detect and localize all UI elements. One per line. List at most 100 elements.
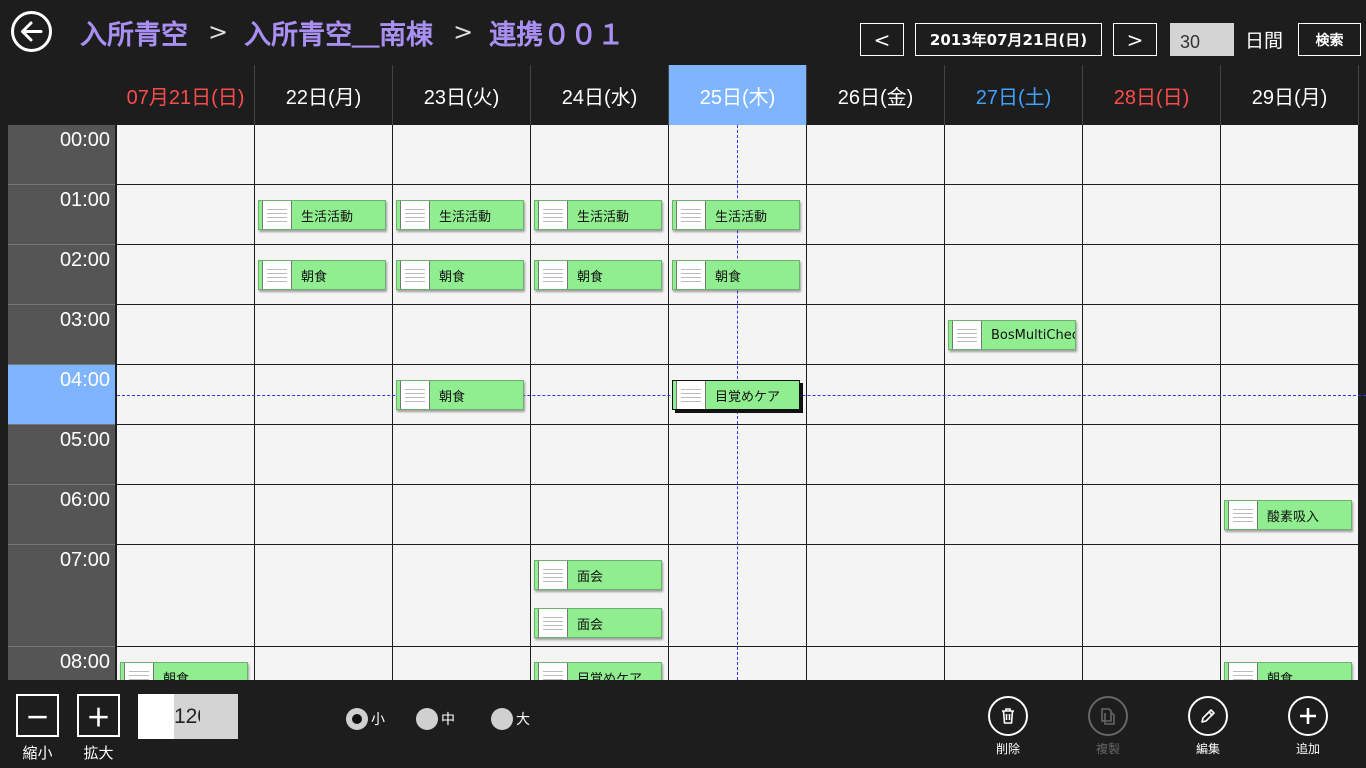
schedule-cell[interactable]: [1083, 245, 1221, 305]
schedule-cell[interactable]: [531, 425, 669, 485]
day-column-header[interactable]: 26日(金): [807, 65, 945, 125]
schedule-cell[interactable]: [1083, 647, 1221, 680]
schedule-cell[interactable]: [255, 647, 393, 680]
schedule-cell[interactable]: [807, 245, 945, 305]
schedule-cell[interactable]: [393, 545, 531, 647]
schedule-cell[interactable]: [669, 647, 807, 680]
schedule-cell[interactable]: [807, 185, 945, 245]
schedule-cell[interactable]: [117, 485, 255, 545]
add-button[interactable]: [1288, 696, 1328, 736]
schedule-cell[interactable]: [945, 245, 1083, 305]
schedule-cell[interactable]: [117, 305, 255, 365]
schedule-cell[interactable]: [393, 125, 531, 185]
schedule-event[interactable]: 面会: [534, 608, 662, 638]
schedule-cell[interactable]: [1083, 425, 1221, 485]
schedule-cell[interactable]: [255, 305, 393, 365]
schedule-cell[interactable]: [945, 485, 1083, 545]
schedule-cell[interactable]: [945, 125, 1083, 185]
next-period-button[interactable]: >: [1113, 23, 1157, 56]
schedule-cell[interactable]: [393, 425, 531, 485]
schedule-cell[interactable]: [807, 425, 945, 485]
schedule-cell[interactable]: [669, 125, 807, 185]
schedule-cell[interactable]: [117, 425, 255, 485]
schedule-cell[interactable]: [945, 425, 1083, 485]
schedule-event[interactable]: 朝食: [396, 380, 524, 410]
schedule-cell[interactable]: [117, 545, 255, 647]
back-button[interactable]: [11, 11, 52, 52]
schedule-event[interactable]: 朝食: [534, 260, 662, 290]
schedule-event[interactable]: 朝食: [672, 260, 800, 290]
schedule-event[interactable]: 生活活動: [534, 200, 662, 230]
schedule-cell[interactable]: [1083, 545, 1221, 647]
schedule-event[interactable]: 生活活動: [396, 200, 524, 230]
schedule-cell[interactable]: [255, 545, 393, 647]
schedule-cell[interactable]: [255, 425, 393, 485]
schedule-event[interactable]: BosMultiChec: [948, 320, 1076, 350]
schedule-cell[interactable]: [1083, 125, 1221, 185]
schedule-cell[interactable]: [945, 185, 1083, 245]
schedule-event[interactable]: 生活活動: [672, 200, 800, 230]
schedule-cell[interactable]: [945, 545, 1083, 647]
zoom-value-input[interactable]: [138, 694, 238, 739]
schedule-cell[interactable]: [1221, 185, 1359, 245]
schedule-cell[interactable]: [531, 125, 669, 185]
schedule-cell[interactable]: [393, 485, 531, 545]
schedule-cell[interactable]: [255, 485, 393, 545]
schedule-cell[interactable]: [1083, 305, 1221, 365]
day-column-header[interactable]: 24日(水): [531, 65, 669, 125]
schedule-cell[interactable]: [669, 305, 807, 365]
size-medium-radio[interactable]: 中: [416, 708, 455, 730]
schedule-event[interactable]: 目覚めケア: [534, 662, 662, 680]
schedule-event[interactable]: 朝食: [258, 260, 386, 290]
schedule-cell[interactable]: [1221, 245, 1359, 305]
schedule-cell[interactable]: [945, 647, 1083, 680]
schedule-event[interactable]: 生活活動: [258, 200, 386, 230]
schedule-cell[interactable]: [807, 485, 945, 545]
schedule-event[interactable]: 面会: [534, 560, 662, 590]
schedule-cell[interactable]: [669, 485, 807, 545]
schedule-cell[interactable]: [255, 125, 393, 185]
schedule-cell[interactable]: [1221, 545, 1359, 647]
zoom-out-button[interactable]: －: [16, 694, 59, 737]
schedule-cell[interactable]: [393, 647, 531, 680]
day-column-header[interactable]: 23日(火): [393, 65, 531, 125]
schedule-cell[interactable]: [117, 245, 255, 305]
schedule-cell[interactable]: [807, 305, 945, 365]
delete-button[interactable]: [988, 696, 1028, 736]
schedule-cell[interactable]: [807, 545, 945, 647]
edit-button[interactable]: [1188, 696, 1228, 736]
day-column-header[interactable]: 22日(月): [255, 65, 393, 125]
schedule-cell[interactable]: [1221, 125, 1359, 185]
schedule-cell[interactable]: [1083, 485, 1221, 545]
schedule-cell[interactable]: [531, 485, 669, 545]
day-column-header[interactable]: 25日(木): [669, 65, 807, 125]
schedule-event[interactable]: 朝食: [396, 260, 524, 290]
schedule-cell[interactable]: [393, 305, 531, 365]
schedule-cell[interactable]: [1083, 185, 1221, 245]
schedule-event[interactable]: 朝食: [120, 662, 248, 680]
schedule-cell[interactable]: [669, 545, 807, 647]
prev-period-button[interactable]: <: [860, 23, 904, 56]
day-column-header[interactable]: 07月21日(日): [117, 65, 255, 125]
day-column-header[interactable]: 27日(土): [945, 65, 1083, 125]
size-small-radio[interactable]: 小: [346, 708, 385, 730]
day-column-header[interactable]: 28日(日): [1083, 65, 1221, 125]
day-column-header[interactable]: 29日(月): [1221, 65, 1359, 125]
schedule-cell[interactable]: [117, 125, 255, 185]
schedule-cell[interactable]: [117, 185, 255, 245]
breadcrumb-building[interactable]: 入所青空＿南棟: [244, 13, 433, 52]
schedule-cell[interactable]: [1221, 305, 1359, 365]
schedule-cell[interactable]: [1221, 425, 1359, 485]
breadcrumb-facility[interactable]: 入所青空: [80, 13, 188, 52]
schedule-event[interactable]: 目覚めケア: [672, 380, 800, 410]
zoom-in-button[interactable]: ＋: [77, 694, 120, 737]
days-count-input[interactable]: [1170, 23, 1234, 56]
date-picker[interactable]: 2013年07月21日(日): [915, 23, 1102, 56]
schedule-event[interactable]: 朝食: [1224, 662, 1352, 680]
size-large-radio[interactable]: 大: [491, 708, 530, 730]
schedule-cell[interactable]: [807, 125, 945, 185]
schedule-cell[interactable]: [669, 425, 807, 485]
schedule-cell[interactable]: [807, 647, 945, 680]
search-button[interactable]: 検索: [1298, 23, 1361, 56]
schedule-event[interactable]: 酸素吸入: [1224, 500, 1352, 530]
